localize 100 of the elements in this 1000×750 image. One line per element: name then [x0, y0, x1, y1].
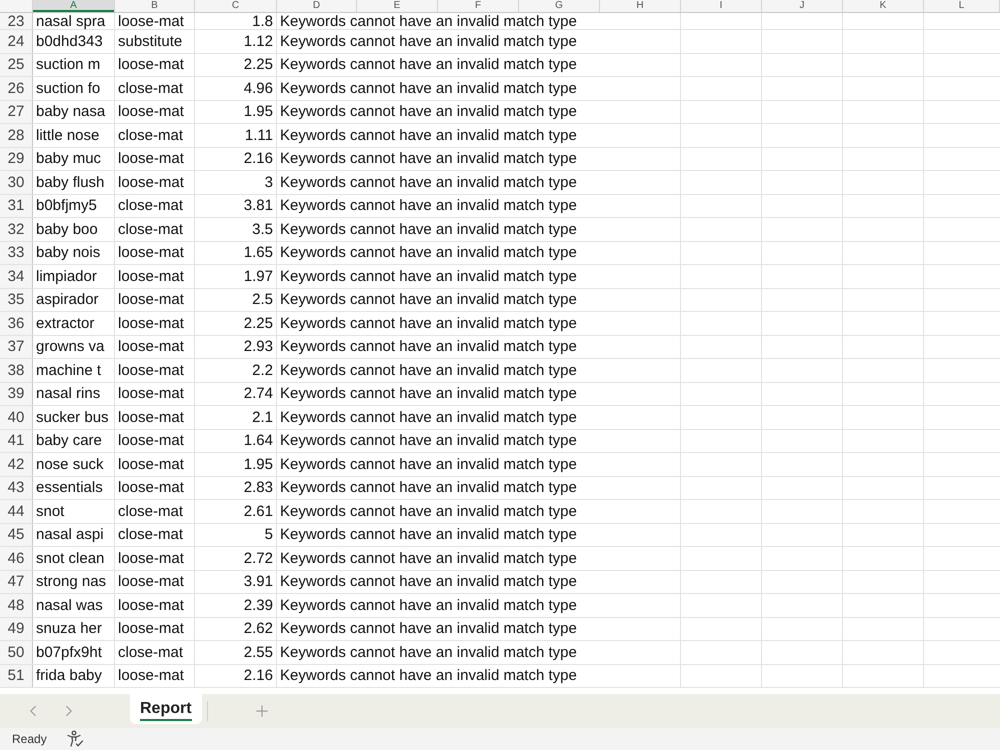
table-cell: 1.97	[195, 265, 277, 288]
row-header[interactable]: 37	[0, 336, 33, 358]
table-cell: 2.61	[195, 500, 277, 522]
row-header[interactable]: 31	[0, 194, 33, 217]
row-header[interactable]: 48	[0, 594, 33, 616]
table-cell: loose-mat	[115, 547, 195, 570]
table-cell: Keywords cannot have an invalid match type	[277, 148, 681, 170]
table-cell: strong nas	[33, 570, 115, 593]
accessibility-check-icon[interactable]	[66, 730, 84, 748]
table-cell: close-mat	[115, 124, 195, 146]
table-cell: Keywords cannot have an invalid match type	[277, 336, 681, 358]
row-header[interactable]: 32	[0, 218, 33, 240]
table-cell: snot	[33, 500, 115, 522]
row-header[interactable]: 26	[0, 77, 33, 100]
row-header[interactable]: 35	[0, 288, 33, 311]
row-header[interactable]: 28	[0, 124, 33, 146]
table-cell: nose suck	[33, 453, 115, 476]
row-header[interactable]: 40	[0, 406, 33, 428]
table-cell: Keywords cannot have an invalid match type	[277, 171, 681, 194]
table-cell: 3	[195, 171, 277, 194]
row-header[interactable]: 45	[0, 524, 33, 546]
table-cell: 2.25	[195, 312, 277, 334]
table-cell: baby nois	[33, 242, 115, 264]
table-cell: 3.91	[195, 570, 277, 593]
table-cell: baby boo	[33, 218, 115, 240]
row-header[interactable]: 39	[0, 382, 33, 405]
table-cell: Keywords cannot have an invalid match type	[277, 30, 681, 52]
row-header[interactable]: 49	[0, 618, 33, 640]
table-cell: snot clean	[33, 547, 115, 570]
table-cell: substitute	[115, 30, 195, 52]
column-header[interactable]: D	[277, 0, 357, 12]
row-header[interactable]: 27	[0, 100, 33, 123]
table-cell: 1.95	[195, 100, 277, 123]
table-cell: b0bfjmy5	[33, 194, 115, 217]
table-cell: close-mat	[115, 194, 195, 217]
column-header[interactable]: E	[357, 0, 438, 12]
sheet-tab[interactable]: Report	[130, 694, 202, 724]
table-cell: Keywords cannot have an invalid match type	[277, 312, 681, 334]
column-header[interactable]: J	[762, 0, 843, 12]
column-header[interactable]: K	[843, 0, 924, 12]
table-cell: loose-mat	[115, 476, 195, 499]
table-cell: Keywords cannot have an invalid match type	[277, 77, 681, 100]
row-header[interactable]: 33	[0, 242, 33, 264]
table-cell: loose-mat	[115, 570, 195, 593]
column-header[interactable]: F	[438, 0, 519, 12]
row-header[interactable]: 42	[0, 453, 33, 476]
row-header[interactable]: 41	[0, 430, 33, 452]
column-header[interactable]: G	[519, 0, 600, 12]
table-cell: 1.64	[195, 430, 277, 452]
status-text: Ready	[12, 731, 47, 748]
table-cell: Keywords cannot have an invalid match type	[277, 500, 681, 522]
row-header[interactable]: 36	[0, 312, 33, 334]
row-header[interactable]: 38	[0, 359, 33, 382]
row-header[interactable]: 50	[0, 641, 33, 664]
table-cell: 5	[195, 524, 277, 546]
table-cell: nasal rins	[33, 382, 115, 405]
table-cell: 2.16	[195, 664, 277, 687]
table-cell: Keywords cannot have an invalid match type	[277, 218, 681, 240]
row-header[interactable]: 23	[0, 13, 33, 29]
row-header[interactable]: 30	[0, 171, 33, 194]
row-header[interactable]: 34	[0, 265, 33, 288]
table-cell: Keywords cannot have an invalid match type	[277, 382, 681, 405]
table-cell: Keywords cannot have an invalid match type	[277, 641, 681, 664]
table-cell: 2.16	[195, 148, 277, 170]
table-cell: loose-mat	[115, 265, 195, 288]
table-cell: suction fo	[33, 77, 115, 100]
table-cell: loose-mat	[115, 430, 195, 452]
table-cell: 1.8	[195, 13, 277, 29]
table-cell: 2.25	[195, 54, 277, 76]
table-cell: Keywords cannot have an invalid match type	[277, 194, 681, 217]
table-cell: loose-mat	[115, 664, 195, 687]
row-header[interactable]: 29	[0, 148, 33, 170]
row-header[interactable]: 46	[0, 547, 33, 570]
table-cell: 2.83	[195, 476, 277, 499]
column-header[interactable]: B	[115, 0, 195, 12]
table-cell: loose-mat	[115, 171, 195, 194]
table-cell: Keywords cannot have an invalid match type	[277, 13, 681, 29]
table-cell: little nose	[33, 124, 115, 146]
row-header[interactable]: 51	[0, 664, 33, 687]
row-header[interactable]: 25	[0, 54, 33, 76]
column-header[interactable]: L	[924, 0, 1000, 12]
table-cell: loose-mat	[115, 594, 195, 616]
column-header[interactable]: C	[195, 0, 277, 12]
table-cell: 1.65	[195, 242, 277, 264]
table-cell: machine t	[33, 359, 115, 382]
table-cell: Keywords cannot have an invalid match type	[277, 453, 681, 476]
column-header[interactable]: H	[600, 0, 681, 12]
table-cell: loose-mat	[115, 54, 195, 76]
row-header[interactable]: 44	[0, 500, 33, 522]
table-cell: 2.74	[195, 382, 277, 405]
table-cell: 2.93	[195, 336, 277, 358]
row-header[interactable]: 43	[0, 476, 33, 499]
table-cell: 2.39	[195, 594, 277, 616]
column-header[interactable]: I	[681, 0, 762, 12]
column-header[interactable]: A	[33, 0, 115, 12]
table-cell: loose-mat	[115, 359, 195, 382]
table-cell: Keywords cannot have an invalid match type	[277, 524, 681, 546]
table-cell: Keywords cannot have an invalid match type	[277, 54, 681, 76]
row-header[interactable]: 47	[0, 570, 33, 593]
row-header[interactable]: 24	[0, 30, 33, 52]
